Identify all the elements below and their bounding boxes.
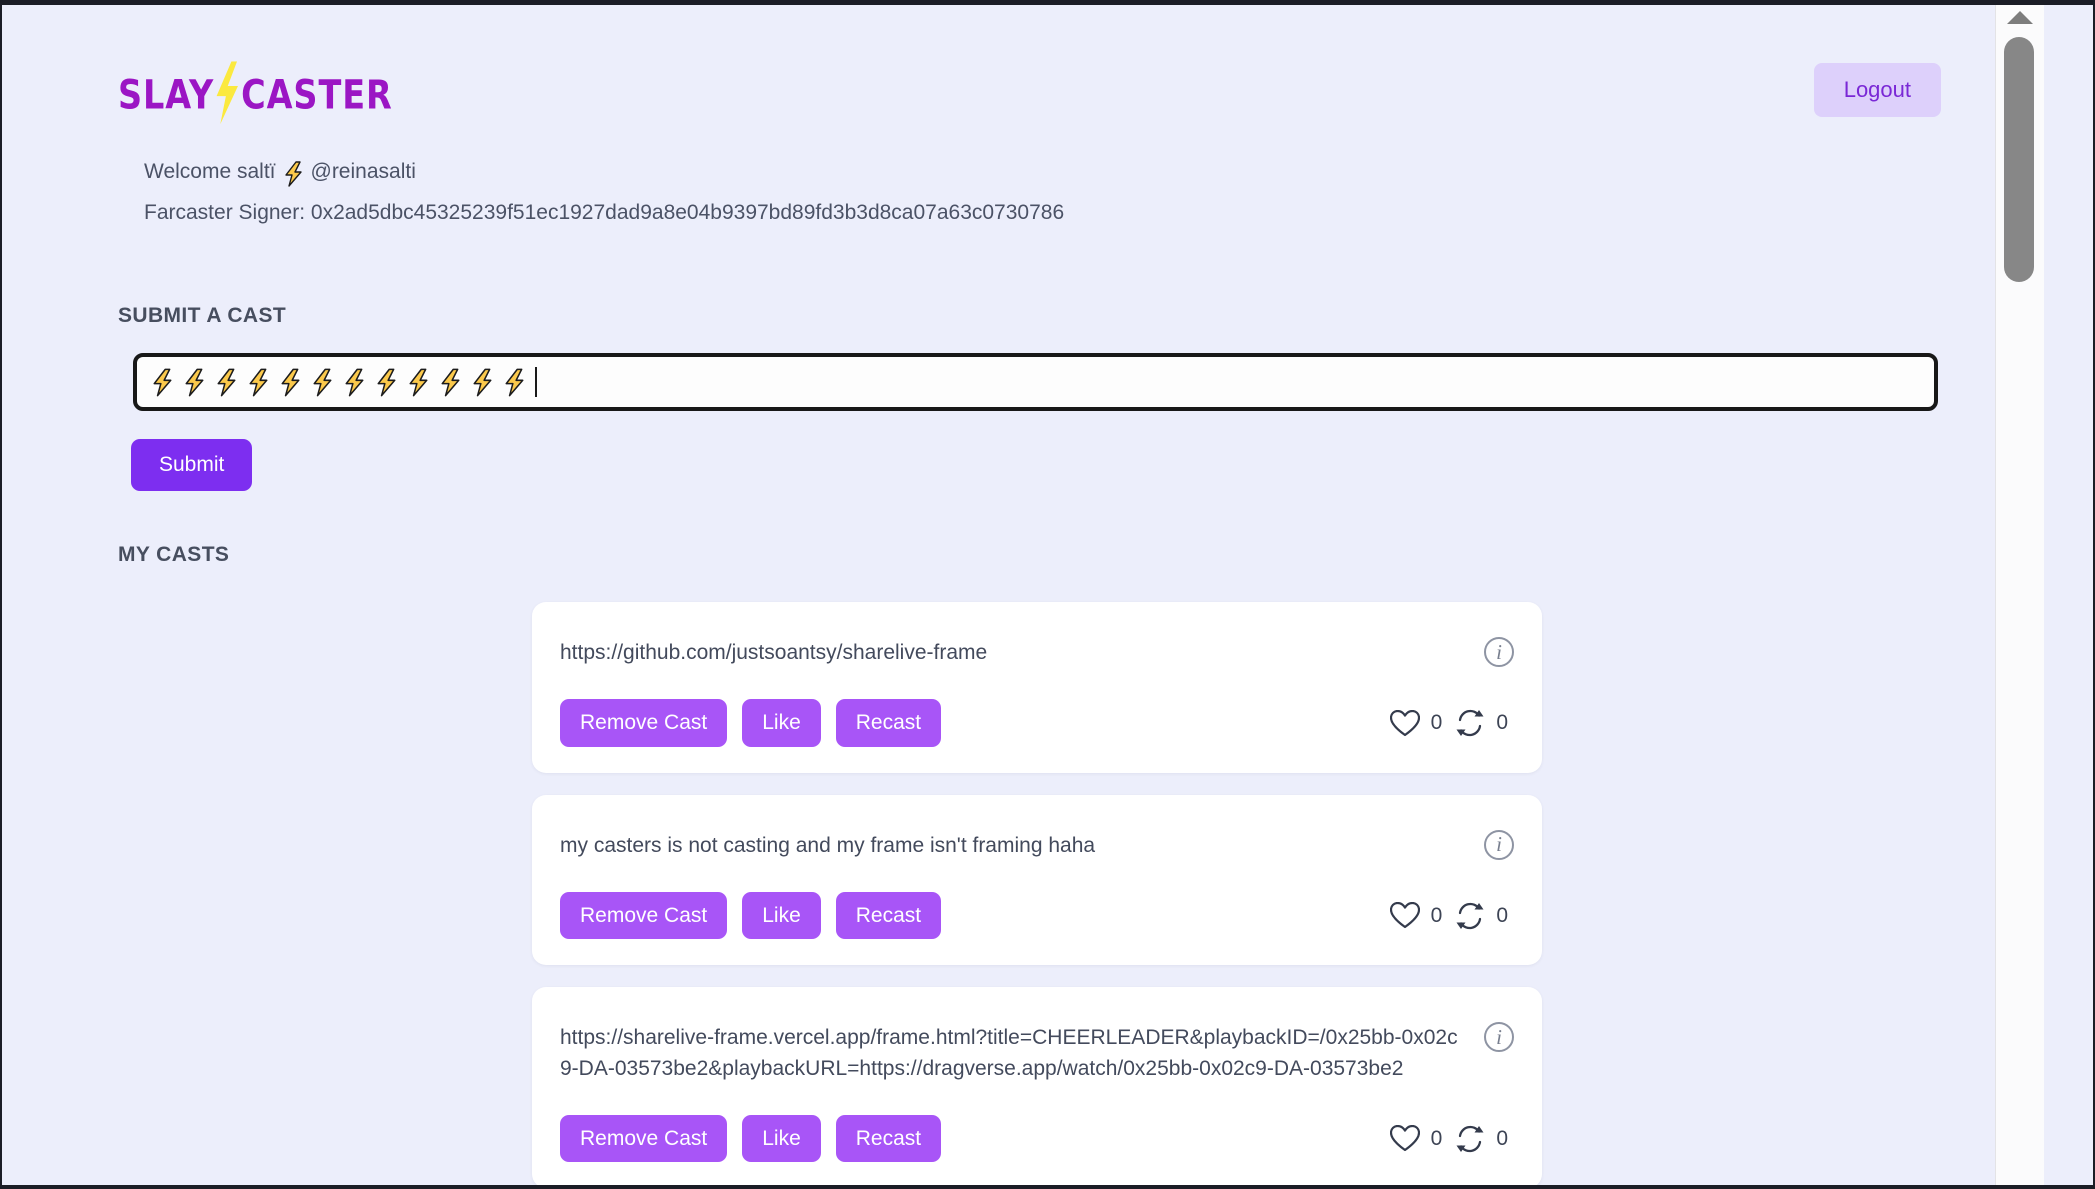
submit-cast-heading: SUBMIT A CAST	[118, 304, 287, 327]
app-header: SLAY CASTER Logout	[2, 5, 2044, 140]
heart-icon	[1389, 902, 1420, 929]
cast-stats: 00	[1389, 902, 1514, 930]
cast-action-buttons: Remove Cast Like Recast	[560, 1115, 942, 1163]
like-stat[interactable]: 0	[1389, 902, 1443, 929]
remove-cast-button[interactable]: Remove Cast	[560, 1115, 728, 1163]
welcome-lightning-bolt-icon	[283, 161, 304, 187]
cast-input-lightning-bolt-icon	[471, 368, 494, 397]
text-caret	[535, 367, 537, 397]
cast-input-lightning-bolt-icon	[311, 368, 334, 397]
welcome-message: Welcome saltï @reinasalti	[144, 159, 416, 187]
cast-input[interactable]	[133, 353, 1938, 411]
recast-count: 0	[1496, 1126, 1508, 1150]
farcaster-signer: Farcaster Signer: 0x2ad5dbc45325239f51ec…	[144, 201, 1065, 224]
cast-action-buttons: Remove Cast Like Recast	[560, 699, 942, 747]
recast-icon	[1455, 902, 1485, 930]
cast-input-lightning-bolt-icon	[151, 368, 174, 397]
recast-button[interactable]: Recast	[835, 1115, 942, 1163]
heart-icon	[1389, 709, 1420, 737]
cast-card-footer: Remove Cast Like Recast 0 0	[560, 1115, 1514, 1163]
cast-card: my casters is not casting and my frame i…	[532, 794, 1542, 966]
remove-cast-button[interactable]: Remove Cast	[560, 699, 728, 747]
logo-lightning-bolt-icon	[211, 61, 243, 125]
like-count: 0	[1430, 711, 1443, 735]
info-circle-icon[interactable]: i	[1484, 829, 1514, 860]
recast-count: 0	[1496, 711, 1508, 735]
cast-card: https://github.com/justsoantsy/sharelive…	[532, 602, 1542, 773]
like-button[interactable]: Like	[742, 699, 821, 747]
remove-cast-button[interactable]: Remove Cast	[560, 892, 728, 940]
vertical-scrollbar[interactable]	[1995, 5, 2044, 1185]
scroll-up-arrow-icon[interactable]	[2007, 11, 2033, 24]
cast-list: https://github.com/justsoantsy/sharelive…	[532, 602, 1542, 1185]
my-casts-heading: MY CASTS	[118, 543, 230, 566]
recast-stat[interactable]: 0	[1455, 709, 1508, 737]
submit-button[interactable]: Submit	[131, 439, 253, 491]
recast-count: 0	[1496, 903, 1508, 927]
recast-button[interactable]: Recast	[835, 699, 942, 747]
cast-stats: 00	[1389, 1125, 1514, 1153]
recast-button[interactable]: Recast	[835, 892, 942, 940]
cast-card-footer: Remove Cast Like Recast 0 0	[560, 699, 1514, 747]
scrollbar-thumb[interactable]	[2004, 37, 2034, 282]
recast-stat[interactable]: 0	[1455, 1125, 1508, 1153]
cast-input-lightning-bolt-icon	[503, 368, 526, 397]
cast-input-lightning-bolt-icon	[279, 368, 302, 397]
cast-card: https://sharelive-frame.vercel.app/frame…	[532, 987, 1542, 1185]
like-button[interactable]: Like	[742, 1115, 821, 1163]
cast-stats: 00	[1389, 709, 1514, 737]
cast-input-lightning-bolt-icon	[215, 368, 238, 397]
app-logo: SLAY CASTER	[118, 61, 393, 127]
logo-text-caster: CASTER	[241, 72, 393, 118]
like-stat[interactable]: 0	[1389, 709, 1443, 737]
cast-card-header: https://github.com/justsoantsy/sharelive…	[560, 636, 1514, 668]
cast-action-buttons: Remove Cast Like Recast	[560, 892, 942, 940]
cast-input-lightning-bolt-icon	[247, 368, 270, 397]
like-count: 0	[1430, 1126, 1443, 1150]
recast-stat[interactable]: 0	[1455, 902, 1508, 930]
like-button[interactable]: Like	[742, 892, 821, 940]
logo-text-slay: SLAY	[118, 72, 215, 118]
cast-input-lightning-bolt-icon	[375, 368, 398, 397]
cast-input-value	[151, 368, 535, 397]
welcome-text: Welcome saltï	[144, 160, 276, 183]
cast-input-lightning-bolt-icon	[343, 368, 366, 397]
info-circle-icon[interactable]: i	[1484, 1022, 1514, 1053]
like-stat[interactable]: 0	[1389, 1125, 1443, 1152]
info-circle-icon[interactable]: i	[1484, 637, 1514, 667]
cast-text: https://github.com/justsoantsy/sharelive…	[560, 641, 988, 664]
page-content: SLAY CASTER Logout Welcome saltï @reinas…	[2, 5, 2044, 1185]
like-count: 0	[1430, 903, 1443, 927]
cast-text: https://sharelive-frame.vercel.app/frame…	[560, 1026, 1458, 1080]
logout-button[interactable]: Logout	[1813, 63, 1941, 118]
cast-input-lightning-bolt-icon	[407, 368, 430, 397]
cast-input-lightning-bolt-icon	[439, 368, 462, 397]
user-handle: @reinasalti	[310, 160, 416, 183]
recast-icon	[1455, 1125, 1485, 1153]
cast-card-header: https://sharelive-frame.vercel.app/frame…	[560, 1021, 1514, 1084]
heart-icon	[1389, 1125, 1420, 1152]
cast-text: my casters is not casting and my frame i…	[560, 833, 1096, 857]
cast-card-header: my casters is not casting and my frame i…	[560, 829, 1514, 861]
cast-card-footer: Remove Cast Like Recast 0 0	[560, 892, 1514, 940]
recast-icon	[1455, 709, 1485, 737]
browser-viewport: SLAY CASTER Logout Welcome saltï @reinas…	[0, 0, 2095, 1189]
cast-input-lightning-bolt-icon	[183, 368, 206, 397]
